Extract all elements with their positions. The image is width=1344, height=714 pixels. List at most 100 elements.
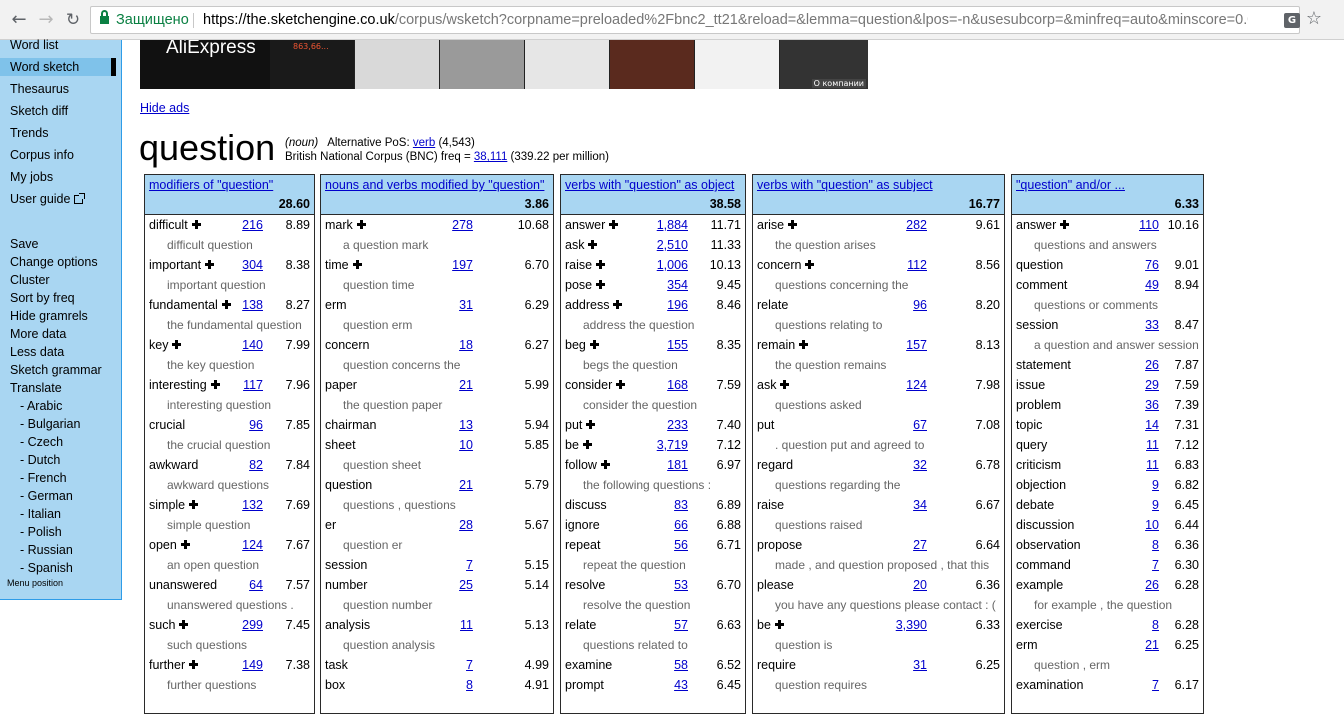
collocation-row[interactable]: important 304 8.38 xyxy=(145,255,314,275)
collocate-word[interactable]: concern xyxy=(325,335,369,355)
collocate-example[interactable]: awkward questions xyxy=(145,475,314,495)
collocation-row[interactable]: answer 1,884 11.71 xyxy=(561,215,745,235)
collocate-freq-link[interactable]: 36 xyxy=(1145,395,1159,415)
collocate-freq-link[interactable]: 140 xyxy=(242,335,263,355)
collocate-freq-link[interactable]: 76 xyxy=(1145,255,1159,275)
collocation-row[interactable]: key 140 7.99 xyxy=(145,335,314,355)
collocate-example[interactable]: the following questions : xyxy=(561,475,745,495)
collocate-word[interactable]: er xyxy=(325,515,336,535)
sidebar-action-hide-gramrels[interactable]: Hide gramrels xyxy=(10,307,88,325)
collocation-row[interactable]: debate 9 6.45 xyxy=(1012,495,1203,515)
collocate-word[interactable]: further xyxy=(149,655,199,675)
expand-plus-icon[interactable] xyxy=(189,660,199,669)
collocation-row[interactable]: crucial 96 7.85 xyxy=(145,415,314,435)
collocation-row[interactable]: ignore 66 6.88 xyxy=(561,515,745,535)
collocate-word[interactable]: remain xyxy=(757,335,809,355)
url-text[interactable]: https://the.sketchengine.co.uk/corpus/ws… xyxy=(203,7,1248,33)
collocate-example[interactable]: unanswered questions . xyxy=(145,595,314,615)
collocate-freq-link[interactable]: 3,719 xyxy=(657,435,688,455)
collocate-example[interactable]: the fundamental question xyxy=(145,315,314,335)
collocate-word[interactable]: mark xyxy=(325,215,366,235)
collocate-freq-link[interactable]: 11 xyxy=(1146,435,1159,455)
sidebar-action-cluster[interactable]: Cluster xyxy=(10,271,50,289)
ad-about-label[interactable]: О компании xyxy=(811,79,866,88)
collocate-word[interactable]: unanswered xyxy=(149,575,217,595)
collocation-row[interactable]: please 20 6.36 xyxy=(753,575,1004,595)
collocate-word[interactable]: example xyxy=(1016,575,1063,595)
collocate-freq-link[interactable]: 2,510 xyxy=(657,235,688,255)
collocate-freq-link[interactable]: 138 xyxy=(242,295,263,315)
expand-plus-icon[interactable] xyxy=(352,260,362,269)
collocate-example[interactable]: question er xyxy=(321,535,553,555)
collocation-row[interactable]: question 21 5.79 xyxy=(321,475,553,495)
collocation-row[interactable]: examine 58 6.52 xyxy=(561,655,745,675)
gramrel-title-link[interactable]: modifiers of "question" xyxy=(149,178,273,192)
sidebar-lang-polish[interactable]: - Polish xyxy=(20,523,62,541)
forward-arrow-icon[interactable]: → xyxy=(35,9,57,31)
collocation-row[interactable]: example 26 6.28 xyxy=(1012,575,1203,595)
collocate-freq-link[interactable]: 8 xyxy=(1152,615,1159,635)
collocate-example[interactable]: a question mark xyxy=(321,235,553,255)
collocate-word[interactable]: difficult xyxy=(149,215,201,235)
collocate-example[interactable]: questions related to xyxy=(561,635,745,655)
collocate-word[interactable]: answer xyxy=(565,215,619,235)
collocate-word[interactable]: propose xyxy=(757,535,802,555)
collocation-row[interactable]: ask 124 7.98 xyxy=(753,375,1004,395)
collocation-row[interactable]: problem 36 7.39 xyxy=(1012,395,1203,415)
ad-tile[interactable] xyxy=(525,40,609,89)
collocate-word[interactable]: erm xyxy=(325,295,347,315)
ad-tile[interactable] xyxy=(355,40,439,89)
collocation-row[interactable]: paper 21 5.99 xyxy=(321,375,553,395)
collocate-example[interactable]: simple question xyxy=(145,515,314,535)
collocate-word[interactable]: issue xyxy=(1016,375,1045,395)
collocate-freq-link[interactable]: 18 xyxy=(459,335,473,355)
collocation-row[interactable]: mark 278 10.68 xyxy=(321,215,553,235)
collocation-row[interactable]: such 299 7.45 xyxy=(145,615,314,635)
collocate-example[interactable]: important question xyxy=(145,275,314,295)
collocate-word[interactable]: please xyxy=(757,575,794,595)
collocation-row[interactable]: relate 96 8.20 xyxy=(753,295,1004,315)
collocate-example[interactable]: question concerns the xyxy=(321,355,553,375)
sidebar-lang-bulgarian[interactable]: - Bulgarian xyxy=(20,415,80,433)
collocate-word[interactable]: examine xyxy=(565,655,612,675)
expand-plus-icon[interactable] xyxy=(191,220,201,229)
collocation-row[interactable]: box 8 4.91 xyxy=(321,675,553,695)
expand-plus-icon[interactable] xyxy=(596,280,606,289)
collocate-freq-link[interactable]: 13 xyxy=(459,415,473,435)
collocation-row[interactable]: sheet 10 5.85 xyxy=(321,435,553,455)
collocation-row[interactable]: raise 1,006 10.13 xyxy=(561,255,745,275)
collocate-freq-link[interactable]: 168 xyxy=(667,375,688,395)
collocate-word[interactable]: session xyxy=(1016,315,1058,335)
collocate-word[interactable]: be xyxy=(565,435,592,455)
collocate-freq-link[interactable]: 21 xyxy=(459,375,473,395)
collocate-freq-link[interactable]: 64 xyxy=(249,575,263,595)
collocate-example[interactable]: the key question xyxy=(145,355,314,375)
collocate-freq-link[interactable]: 32 xyxy=(913,455,927,475)
collocation-row[interactable]: fundamental 138 8.27 xyxy=(145,295,314,315)
collocate-word[interactable]: raise xyxy=(565,255,606,275)
collocation-row[interactable]: concern 18 6.27 xyxy=(321,335,553,355)
collocate-freq-link[interactable]: 3,390 xyxy=(896,615,927,635)
collocate-example[interactable]: the question arises xyxy=(753,235,1004,255)
expand-plus-icon[interactable] xyxy=(613,300,623,309)
collocate-freq-link[interactable]: 9 xyxy=(1152,475,1159,495)
expand-plus-icon[interactable] xyxy=(356,220,366,229)
sidebar-action-more-data[interactable]: More data xyxy=(10,325,66,343)
expand-plus-icon[interactable] xyxy=(205,260,215,269)
collocation-row[interactable]: time 197 6.70 xyxy=(321,255,553,275)
collocate-word[interactable]: crucial xyxy=(149,415,185,435)
collocate-example[interactable]: interesting question xyxy=(145,395,314,415)
collocation-row[interactable]: discuss 83 6.89 xyxy=(561,495,745,515)
expand-plus-icon[interactable] xyxy=(774,620,784,629)
collocate-freq-link[interactable]: 10 xyxy=(459,435,473,455)
collocate-freq-link[interactable]: 181 xyxy=(667,455,688,475)
collocate-example[interactable]: questions , questions xyxy=(321,495,553,515)
collocate-example[interactable]: question , erm xyxy=(1012,655,1203,675)
translate-icon[interactable]: G xyxy=(1284,13,1300,28)
gramrel-title-link[interactable]: "question" and/or ... xyxy=(1016,178,1125,192)
collocation-row[interactable]: er 28 5.67 xyxy=(321,515,553,535)
collocation-row[interactable]: difficult 216 8.89 xyxy=(145,215,314,235)
collocate-freq-link[interactable]: 1,006 xyxy=(657,255,688,275)
collocate-example[interactable]: difficult question xyxy=(145,235,314,255)
collocate-example[interactable]: for example , the question xyxy=(1012,595,1203,615)
